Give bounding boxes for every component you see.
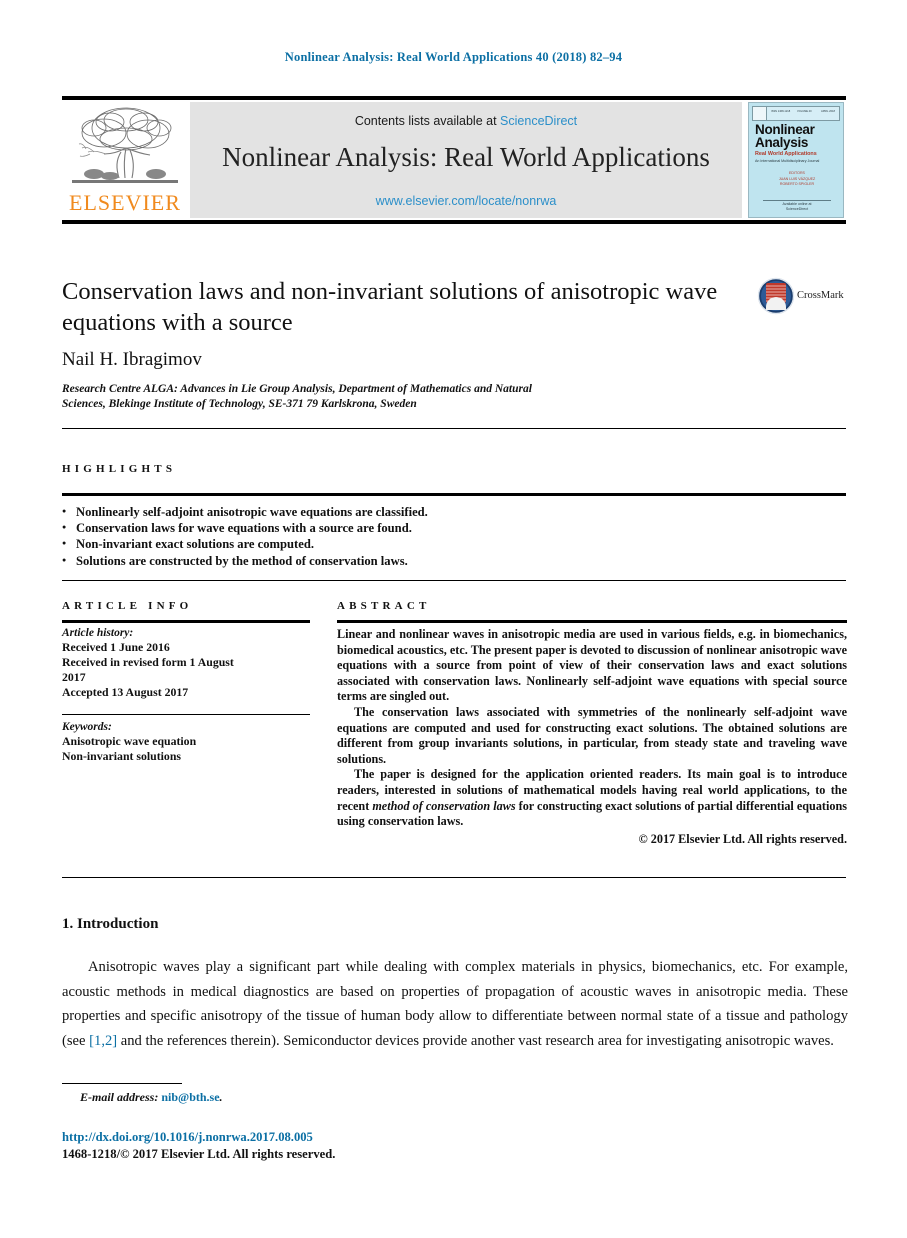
crossmark-badge[interactable]: CrossMark (757, 277, 849, 317)
crossmark-label: CrossMark (797, 290, 844, 301)
cover-editors: EDITORS JUAN LUIS VÁZQUEZ ROBERTO SPIGLE… (755, 171, 839, 188)
article-page: Nonlinear Analysis: Real World Applicati… (0, 0, 907, 1238)
elsevier-wordmark: ELSEVIER (69, 190, 181, 215)
highlights-top-rule (62, 428, 846, 429)
abstract-paragraph: Linear and nonlinear waves in anisotropi… (337, 627, 847, 704)
journal-cover-thumbnail[interactable]: ISSN 1468-1218 VOLUME 40 APRIL 2018 Nonl… (748, 102, 844, 218)
masthead-bottom-rule (62, 220, 846, 224)
issn-copyright-line: 1468-1218/© 2017 Elsevier Ltd. All right… (62, 1147, 336, 1161)
cover-divider (763, 200, 831, 201)
email-label: E-mail address: (80, 1090, 159, 1104)
keyword-item: Non-invariant solutions (62, 749, 181, 763)
article-info-rule (62, 620, 310, 623)
running-head: Nonlinear Analysis: Real World Applicati… (284, 50, 623, 64)
intro-part2: and the references therein). Semiconduct… (117, 1032, 834, 1049)
list-item: Nonlinearly self-adjoint anisotropic wav… (62, 503, 762, 520)
introduction-paragraph: Anisotropic waves play a significant par… (62, 955, 848, 1053)
contents-prefix: Contents lists available at (354, 114, 497, 128)
keywords-block: Keywords: Anisotropic wave equation Non-… (62, 721, 310, 764)
history-revised: Received in revised form 1 August (62, 655, 234, 669)
page-title: Conservation laws and non-invariant solu… (62, 278, 718, 336)
section-heading-introduction: 1. Introduction (62, 916, 159, 932)
article-info-label: ARTICLE INFO (62, 600, 193, 612)
author-name: Nail H. Ibragimov (62, 349, 202, 370)
email-link[interactable]: nib@bth.se (161, 1090, 219, 1104)
abstract-block: Linear and nonlinear waves in anisotropi… (337, 627, 847, 847)
list-item: Conservation laws for wave equations wit… (62, 519, 762, 536)
cover-editor-2: ROBERTO SPIGLER (779, 182, 815, 186)
sciencedirect-banner: Contents lists available at ScienceDirec… (190, 102, 742, 218)
author-affiliation: Research Centre ALGA: Advances in Lie Gr… (62, 382, 722, 412)
email-period: . (219, 1090, 223, 1104)
abstract-bottom-rule (62, 877, 846, 878)
history-accepted: Accepted 13 August 2017 (62, 685, 189, 699)
citation-link[interactable]: [1,2] (89, 1033, 117, 1049)
article-history-heading: Article history: (62, 627, 134, 639)
abstract-paragraph: The paper is designed for the applicatio… (337, 767, 847, 829)
highlights-list: Nonlinearly self-adjoint anisotropic wav… (62, 503, 762, 569)
cover-bar-issn: ISSN 1468-1218 (771, 110, 791, 113)
abstract-copyright: © 2017 Elsevier Ltd. All rights reserved… (638, 831, 847, 846)
keyword-item: Anisotropic wave equation (62, 734, 197, 748)
highlights-rule (62, 493, 846, 496)
contents-available-line: Contents lists available at ScienceDirec… (190, 114, 742, 128)
abstract-p3-emphasis: method of conservation laws (372, 798, 516, 813)
cover-subtitle-secondary: An International Multidisciplinary Journ… (755, 159, 820, 163)
elsevier-logo: ELSEVIER (64, 102, 186, 218)
list-item: Non-invariant exact solutions are comput… (62, 535, 762, 552)
cover-bar-date: APRIL 2018 (821, 110, 835, 113)
abstract-paragraph: The conservation laws associated with sy… (337, 704, 847, 766)
cover-title-line2: Analysis (755, 135, 809, 150)
abstract-label: ABSTRACT (337, 600, 431, 612)
cover-publisher-mark (752, 106, 767, 121)
elsevier-tree-icon (72, 107, 178, 183)
cover-footer-line2: ScienceDirect (785, 207, 809, 211)
cover-title: Nonlinear Analysis (755, 123, 839, 150)
sciencedirect-link[interactable]: ScienceDirect (500, 114, 577, 128)
affiliation-line-1: Research Centre ALGA: Advances in Lie Gr… (62, 383, 532, 395)
affiliation-line-2: Sciences, Blekinge Institute of Technolo… (62, 398, 417, 410)
list-item: Solutions are constructed by the method … (62, 552, 762, 569)
keywords-rule (62, 714, 310, 715)
journal-masthead: ELSEVIER Contents lists available at Sci… (62, 96, 846, 224)
journal-url[interactable]: www.elsevier.com/locate/nonrwa (190, 194, 742, 208)
cover-footer: Available online at ScienceDirect (749, 202, 843, 212)
history-received: Received 1 June 2016 (62, 640, 170, 654)
footnote-rule (62, 1083, 182, 1084)
abstract-rule (337, 620, 847, 623)
cover-subtitle: Real World Applications (755, 151, 817, 157)
history-revised-year: 2017 (62, 670, 86, 684)
keywords-heading: Keywords: (62, 721, 112, 733)
masthead-top-rule (62, 96, 846, 100)
doi-link[interactable]: http://dx.doi.org/10.1016/j.nonrwa.2017.… (62, 1130, 313, 1145)
cover-bar-volume: VOLUME 40 (797, 110, 812, 113)
article-history-block: Article history: Received 1 June 2016 Re… (62, 627, 310, 700)
footnote-email-line: E-mail address: nib@bth.se. (62, 1090, 223, 1105)
crossmark-icon (757, 277, 795, 315)
journal-title: Nonlinear Analysis: Real World Applicati… (222, 142, 710, 172)
highlights-label: HIGHLIGHTS (62, 463, 177, 475)
info-top-rule (62, 580, 846, 581)
